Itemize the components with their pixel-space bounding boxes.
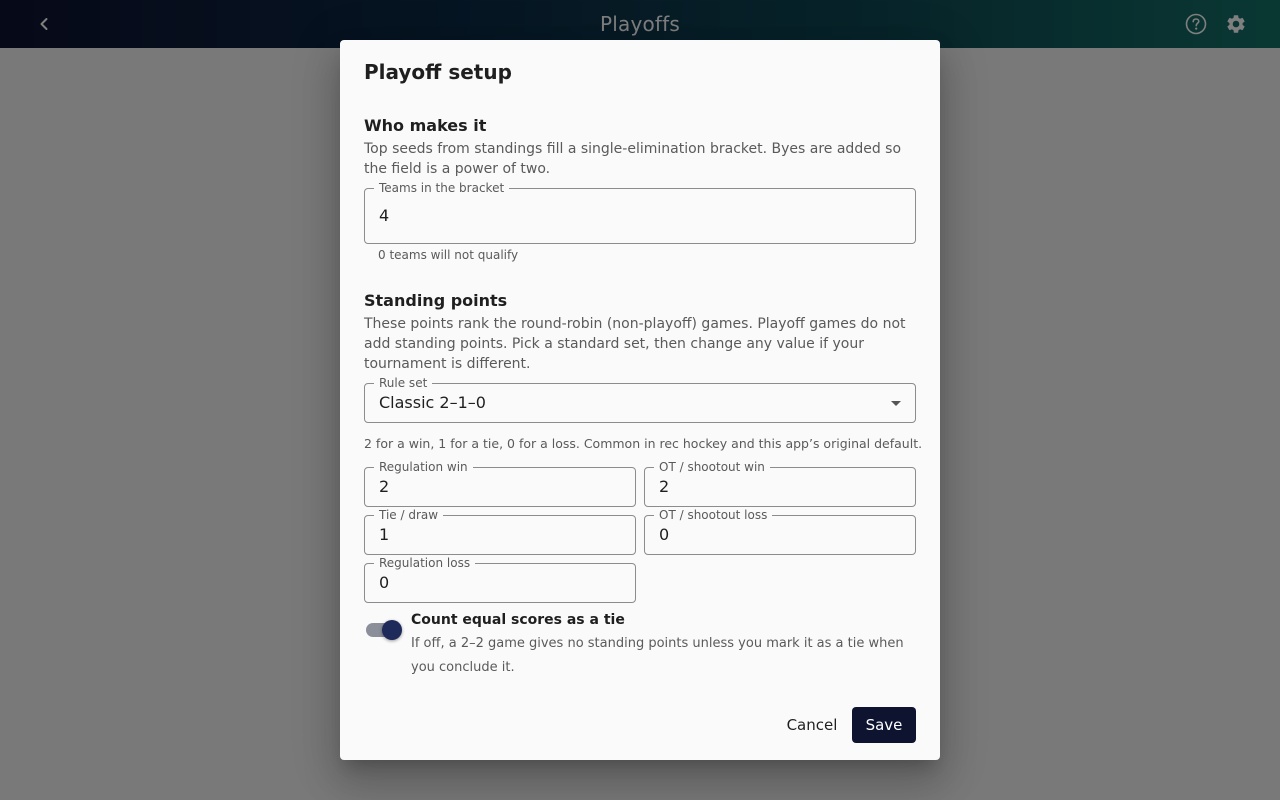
rule-set-helper-text: 2 for a win, 1 for a tie, 0 for a loss. … <box>364 436 923 451</box>
tie-draw-field[interactable]: Tie / draw 1 <box>364 507 636 555</box>
who-makes-it-heading: Who makes it <box>364 116 487 135</box>
ot-shootout-win-label: OT / shootout win <box>654 459 770 475</box>
count-tie-description: If off, a 2–2 game gives no standing poi… <box>411 636 904 675</box>
regulation-win-value: 2 <box>379 477 390 496</box>
dialog-title: Playoff setup <box>364 60 512 84</box>
count-tie-label: Count equal scores as a tie <box>411 612 625 628</box>
tie-draw-label: Tie / draw <box>374 507 444 523</box>
teams-in-bracket-field[interactable]: Teams in the bracket 4 <box>364 180 916 244</box>
count-tie-toggle[interactable] <box>364 620 404 640</box>
ot-shootout-win-value: 2 <box>659 477 670 496</box>
dropdown-arrow-icon <box>891 401 901 406</box>
ot-shootout-loss-value: 0 <box>659 525 670 544</box>
teams-in-bracket-value: 4 <box>379 206 390 225</box>
tie-draw-value: 1 <box>379 525 390 544</box>
rule-set-label: Rule set <box>374 375 433 391</box>
cancel-button[interactable]: Cancel <box>776 707 848 743</box>
toggle-thumb <box>382 620 402 640</box>
ot-shootout-loss-label: OT / shootout loss <box>654 507 773 523</box>
who-makes-it-description: Top seeds from standings fill a single-e… <box>364 141 902 177</box>
standing-points-heading: Standing points <box>364 291 508 310</box>
regulation-loss-field[interactable]: Regulation loss 0 <box>364 555 636 603</box>
teams-in-bracket-label: Teams in the bracket <box>374 180 510 196</box>
regulation-win-field[interactable]: Regulation win 2 <box>364 459 636 507</box>
regulation-win-label: Regulation win <box>374 459 473 475</box>
teams-helper-text: 0 teams will not qualify <box>378 248 519 262</box>
playoff-setup-dialog: Playoff setup Who makes it Top seeds fro… <box>340 40 940 760</box>
rule-set-value: Classic 2–1–0 <box>379 393 486 412</box>
regulation-loss-value: 0 <box>379 573 390 592</box>
ot-shootout-win-field[interactable]: OT / shootout win 2 <box>644 459 916 507</box>
standing-points-description: These points rank the round-robin (non-p… <box>364 316 906 372</box>
regulation-loss-label: Regulation loss <box>374 555 476 571</box>
save-button[interactable]: Save <box>852 707 916 743</box>
rule-set-select[interactable]: Rule set Classic 2–1–0 <box>364 375 916 423</box>
ot-shootout-loss-field[interactable]: OT / shootout loss 0 <box>644 507 916 555</box>
